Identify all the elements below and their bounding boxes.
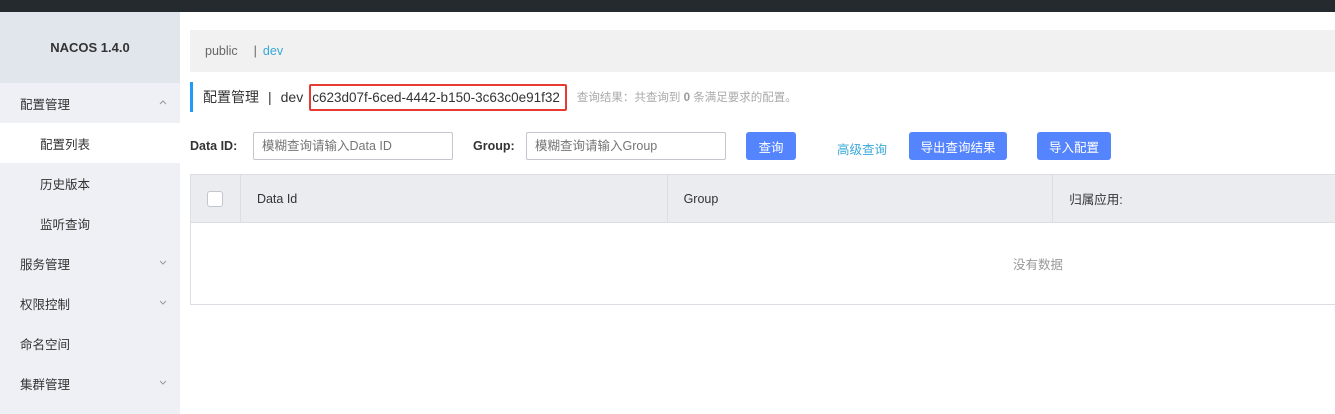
empty-state: 没有数据	[1012, 258, 1063, 272]
data-id-label: Data ID:	[190, 139, 238, 153]
sidebar-item-label: 集群管理	[20, 377, 71, 392]
chevron-down-icon	[159, 380, 167, 385]
brand-logo: NACOS 1.4.0	[0, 12, 180, 83]
config-table: Data Id Group 归属应用: 没有数据	[190, 174, 1335, 305]
select-all-cell	[191, 175, 241, 222]
page-title-text: 配置管理	[203, 89, 259, 105]
sidebar-item-label: 命名空间	[20, 337, 71, 352]
namespace-bar: public | dev	[190, 30, 1335, 72]
group-label: Group:	[473, 139, 515, 153]
page-title: 配置管理 | dev c623d07f-6ced-4442-b150-3c63c…	[190, 82, 797, 112]
table-header: Data Id Group 归属应用:	[191, 175, 1335, 223]
import-config-button[interactable]: 导入配置	[1037, 132, 1111, 160]
sidebar-item-history[interactable]: 历史版本	[0, 163, 180, 203]
namespace-id: c623d07f-6ced-4442-b150-3c63c0e91f32	[309, 83, 567, 111]
advanced-query-link[interactable]: 高级查询	[837, 139, 887, 158]
column-header-data-id[interactable]: Data Id	[241, 175, 668, 222]
namespace-dev-link[interactable]: dev	[263, 44, 283, 58]
namespace-name: dev	[280, 89, 304, 105]
sidebar-item-label: 配置列表	[40, 137, 91, 152]
sidebar-item-config-list[interactable]: 配置列表	[0, 123, 180, 163]
title-separator: |	[268, 89, 272, 105]
namespace-separator: |	[253, 44, 257, 58]
main-content: public | dev 配置管理 | dev c623d07f-6ced-44…	[180, 12, 1335, 414]
sidebar-item-cluster-management[interactable]: 集群管理	[0, 363, 180, 403]
group-input[interactable]	[526, 132, 726, 160]
sidebar-item-label: 监听查询	[40, 217, 91, 232]
sidebar-item-access-control[interactable]: 权限控制	[0, 283, 180, 323]
top-bar	[0, 0, 1335, 12]
select-all-checkbox[interactable]	[207, 190, 224, 207]
sidebar: NACOS 1.4.0 配置管理 配置列表 历史版本 监听查询 服务管理 权限控…	[0, 12, 180, 414]
sidebar-item-listener-query[interactable]: 监听查询	[0, 203, 180, 243]
sidebar-item-label: 服务管理	[20, 257, 71, 272]
namespace-public-link[interactable]: public	[205, 44, 238, 58]
data-id-input[interactable]	[253, 132, 453, 160]
result-count: 0	[683, 92, 691, 104]
sidebar-item-config-management[interactable]: 配置管理	[0, 83, 180, 123]
chevron-down-icon	[159, 260, 167, 265]
export-results-button[interactable]: 导出查询结果	[909, 132, 1007, 160]
sidebar-item-label: 历史版本	[40, 177, 91, 192]
chevron-down-icon	[159, 300, 167, 305]
query-button[interactable]: 查询	[746, 132, 796, 160]
column-header-group[interactable]: Group	[668, 175, 1054, 222]
sidebar-item-namespace[interactable]: 命名空间	[0, 323, 180, 363]
chevron-up-icon	[159, 100, 167, 105]
column-header-app[interactable]: 归属应用:	[1053, 175, 1335, 222]
sidebar-item-service-management[interactable]: 服务管理	[0, 243, 180, 283]
sidebar-item-label: 配置管理	[20, 97, 71, 112]
search-form: Data ID: Group: 查询 高级查询 导出查询结果 导入配置	[190, 132, 1335, 160]
sidebar-item-label: 权限控制	[20, 297, 71, 312]
result-summary: 查询结果：共查询到 0 条满足要求的配置。	[576, 92, 797, 104]
